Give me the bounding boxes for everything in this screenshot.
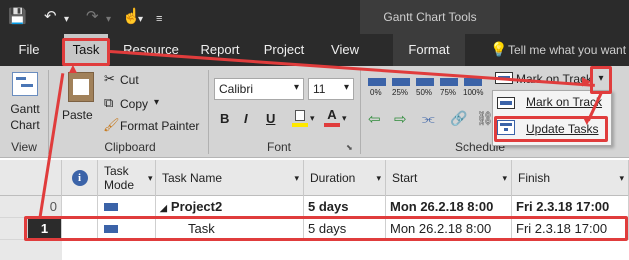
- info-icon: i: [71, 170, 88, 186]
- percent-100-label: 100%: [463, 88, 484, 97]
- task-name-cell[interactable]: ◢ Project2: [156, 196, 304, 218]
- font-color-dropdown-icon[interactable]: ▾: [342, 113, 347, 124]
- duration-header-label: Duration: [310, 171, 356, 185]
- tab-view[interactable]: View: [322, 34, 368, 66]
- indicator-cell: [62, 196, 98, 218]
- view-group-label: View: [11, 140, 37, 154]
- percent-0-icon[interactable]: [368, 78, 386, 86]
- tab-file[interactable]: File: [12, 34, 46, 66]
- tell-me-search[interactable]: Tell me what you want: [508, 34, 629, 66]
- annotation-box-task-row: [24, 216, 628, 241]
- tab-format[interactable]: Format: [393, 34, 465, 66]
- percent-100-icon[interactable]: [464, 78, 482, 86]
- arrowhead-icon: ▼: [581, 114, 593, 128]
- row-header-empty: [0, 240, 62, 260]
- copy-button[interactable]: Copy: [120, 97, 148, 111]
- percent-25-icon[interactable]: [392, 78, 410, 86]
- task-name-header-label: Task Name: [162, 171, 223, 185]
- info-column-header[interactable]: i: [62, 160, 98, 196]
- redo-icon[interactable]: ↷: [86, 8, 99, 26]
- font-size-dropdown-icon[interactable]: ▾: [344, 82, 349, 93]
- cut-button[interactable]: Cut: [120, 73, 139, 87]
- paste-label[interactable]: Paste: [62, 108, 93, 122]
- task-name-filter-icon[interactable]: ▾: [294, 171, 299, 185]
- percent-50-icon[interactable]: [416, 78, 434, 86]
- customize-qat-icon[interactable]: ≡: [156, 10, 162, 28]
- duration-cell[interactable]: 5 days: [304, 196, 386, 218]
- underline-button[interactable]: U: [266, 111, 275, 126]
- indent-icon[interactable]: ⇨: [394, 110, 407, 128]
- redo-dropdown-icon[interactable]: ▾: [106, 11, 111, 29]
- arrowhead-icon: ▲: [66, 60, 80, 76]
- task-mode-filter-icon[interactable]: ▾: [148, 171, 153, 185]
- task-mode-cell[interactable]: [98, 196, 156, 218]
- finish-column-header[interactable]: Finish ▾: [512, 160, 629, 196]
- percent-complete-buttons: 0% 25% 50% 75% 100%: [368, 78, 486, 98]
- percent-0-label: 0%: [370, 88, 382, 97]
- row-header-corner: [0, 160, 62, 196]
- group-divider: [208, 70, 209, 154]
- font-dialog-launcher-icon[interactable]: ⬊: [346, 143, 353, 152]
- scissors-icon: ✂: [104, 71, 115, 86]
- font-family-select[interactable]: Calibri: [214, 78, 304, 100]
- font-color-icon[interactable]: A: [324, 108, 340, 128]
- group-divider: [360, 70, 361, 154]
- undo-icon[interactable]: ↶: [44, 8, 57, 26]
- task-name-column-header[interactable]: Task Name ▾: [156, 160, 304, 196]
- percent-75-icon[interactable]: [440, 78, 458, 86]
- table-row[interactable]: 0 ◢ Project2 5 days Mon 26.2.18 8:00 Fri …: [0, 196, 629, 218]
- task-mode-header-label: Task Mode: [104, 164, 135, 192]
- format-painter-icon: 🖌: [103, 117, 120, 132]
- contextual-group-label: Gantt Chart Tools: [383, 10, 477, 24]
- percent-75-label: 75%: [440, 88, 457, 97]
- task-mode-column-header[interactable]: Task Mode ▾: [98, 160, 156, 196]
- font-family-dropdown-icon[interactable]: ▾: [294, 82, 299, 93]
- mark-on-track-menu-icon: [497, 97, 515, 109]
- collapse-triangle-icon[interactable]: ◢: [160, 203, 167, 213]
- highlight-color-icon[interactable]: [292, 110, 308, 128]
- touch-dropdown-icon[interactable]: ▾: [138, 11, 143, 29]
- copy-dropdown-icon[interactable]: ▾: [154, 97, 159, 108]
- undo-dropdown-icon[interactable]: ▾: [64, 11, 69, 29]
- bold-button[interactable]: B: [220, 111, 229, 126]
- finish-cell[interactable]: Fri 2.3.18 17:00: [512, 196, 629, 218]
- duration-filter-icon[interactable]: ▾: [376, 171, 381, 185]
- start-cell[interactable]: Mon 26.2.18 8:00: [386, 196, 512, 218]
- start-filter-icon[interactable]: ▾: [502, 171, 507, 185]
- auto-scheduled-icon: [104, 203, 118, 211]
- start-column-header[interactable]: Start ▾: [386, 160, 512, 196]
- gantt-chart-icon[interactable]: [12, 72, 38, 96]
- italic-button[interactable]: I: [244, 111, 248, 126]
- start-header-label: Start: [392, 171, 418, 185]
- arrowhead-icon: ▶: [582, 74, 592, 88]
- tab-resource[interactable]: Resource: [118, 34, 184, 66]
- menu-item-mark-on-track[interactable]: Mark on Track: [526, 95, 602, 109]
- clipboard-group-label: Clipboard: [104, 140, 156, 154]
- percent-25-label: 25%: [392, 88, 409, 97]
- font-group-label: Font: [266, 140, 291, 154]
- paste-icon[interactable]: [68, 72, 94, 102]
- task-name-text: Project2: [170, 199, 223, 214]
- finish-filter-icon[interactable]: ▾: [619, 171, 624, 185]
- save-icon[interactable]: 💾: [8, 8, 27, 26]
- percent-50-label: 50%: [416, 88, 433, 97]
- group-divider: [48, 70, 49, 154]
- finish-header-label: Finish: [518, 171, 551, 185]
- outdent-icon[interactable]: ⇦: [368, 110, 381, 128]
- link-tasks-icon[interactable]: 🔗: [450, 110, 467, 127]
- format-painter-button[interactable]: Format Painter: [120, 119, 199, 133]
- duration-column-header[interactable]: Duration ▾: [304, 160, 386, 196]
- gantt-chart-label-2[interactable]: Chart: [6, 118, 44, 132]
- row-id[interactable]: 0: [0, 196, 62, 218]
- highlight-dropdown-icon[interactable]: ▾: [310, 113, 315, 124]
- copy-icon: ⧉: [104, 95, 114, 110]
- gantt-chart-label[interactable]: Gantt: [6, 102, 44, 116]
- lightbulb-icon: 💡: [490, 41, 508, 57]
- annotation-box-dropdown-arrow: [590, 66, 612, 94]
- split-task-icon[interactable]: ⫘: [422, 110, 435, 127]
- empty-grid-area: [0, 240, 629, 260]
